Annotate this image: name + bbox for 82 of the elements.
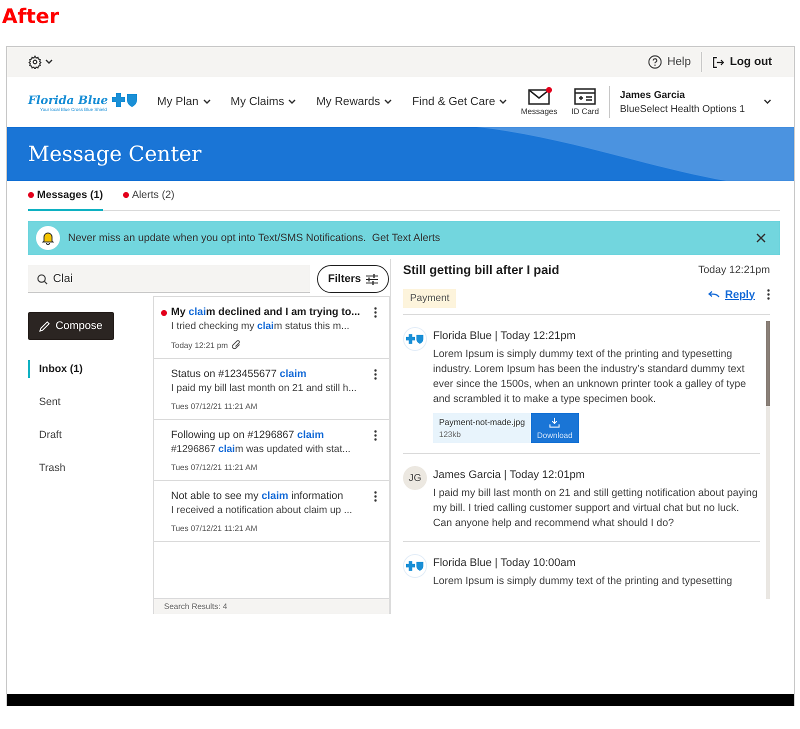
thread-date: Today 12:21pm <box>698 264 770 276</box>
close-icon[interactable] <box>756 233 766 243</box>
caret-icon <box>384 99 392 105</box>
caret-icon <box>45 59 53 65</box>
settings-menu-button[interactable] <box>28 55 53 69</box>
folder-item[interactable]: Sent <box>28 393 61 411</box>
logout-icon <box>712 56 725 68</box>
notification-text: Never miss an update when you opt into Text/SMS Notifications. <box>68 232 366 244</box>
message-subject: Status on #123455677 claim <box>171 368 308 380</box>
tab[interactable]: Messages (1) <box>28 189 103 211</box>
message-preview: I paid my bill last month on 21 and still h... <box>171 383 358 394</box>
message-subject: Following up on #1296867 claim <box>171 429 325 441</box>
message-subject: My claim declined and I am trying to... <box>171 306 362 318</box>
caret-icon <box>499 99 508 105</box>
post-text: I paid my bill last month on 21 and still getting notification about paying my bill. I tried calling customer support and virtual chat but no luck. Can anyone help and recommend what should I do? <box>433 487 759 531</box>
more-icon[interactable] <box>374 491 377 502</box>
search-results-count: Search Results: 4 <box>154 598 389 614</box>
cross-shield-icon <box>112 92 138 106</box>
download-button[interactable]: Download <box>531 413 579 443</box>
search-field[interactable]: Clai <box>28 265 310 293</box>
sliders-icon <box>366 274 378 284</box>
shortcut-button[interactable]: ID Card <box>571 88 599 116</box>
folder-item[interactable]: Inbox (1) <box>28 360 83 378</box>
organization-avatar <box>403 327 427 351</box>
reply-arrow-icon <box>708 290 720 298</box>
caret-icon <box>288 99 296 105</box>
settings-icon <box>28 55 42 69</box>
caret-icon <box>763 99 772 105</box>
id-card-icon <box>574 88 596 105</box>
folder-item[interactable]: Trash <box>28 459 66 477</box>
nav-menu[interactable]: Find & Get Care <box>412 96 508 108</box>
message-preview: #1296867 claim was updated with stat... <box>171 444 352 455</box>
nav-menu[interactable]: My Plan <box>157 96 211 108</box>
file-size: 123kb <box>439 430 462 439</box>
scrollbar[interactable] <box>766 321 770 599</box>
compose-button[interactable]: Compose <box>28 312 114 340</box>
message-preview: I received a notification about claim up ... <box>171 505 354 516</box>
organization-avatar <box>403 554 427 578</box>
message-preview: I tried checking my claim status this m... <box>171 321 350 332</box>
more-icon[interactable] <box>374 369 377 380</box>
post-author-time: Florida Blue | Today 10:00am <box>433 556 577 569</box>
page-title: Message Center <box>28 142 202 166</box>
message-date: Tues 07/12/21 11:21 AM <box>171 463 258 472</box>
message-date: Today 12:21 pm <box>171 340 228 350</box>
after-label: After <box>1 3 60 30</box>
pencil-icon <box>39 320 50 332</box>
message-date: Tues 07/12/21 11:21 AM <box>171 402 258 411</box>
user-avatar: JG <box>403 466 427 490</box>
nav-menu[interactable]: My Rewards <box>316 96 392 108</box>
folder-item[interactable]: Draft <box>28 426 62 444</box>
shortcut-button[interactable]: Messages <box>520 88 558 116</box>
message-item[interactable]: My claim declined and I am trying to... I tried checking my claim status this m... Today 12:21 pm <box>154 297 389 359</box>
post-author-time: James Garcia | Today 12:01pm <box>433 468 586 481</box>
help-icon <box>648 55 662 69</box>
caret-icon <box>202 99 211 105</box>
more-icon[interactable] <box>374 307 377 318</box>
thread-subject: Still getting bill after I paid <box>403 263 560 277</box>
nav-menu[interactable]: My Claims <box>230 96 296 108</box>
post-text: Lorem Ipsum is simply dummy text of the printing and typesetting <box>433 575 734 589</box>
account-menu[interactable]: James Garcia BlueSelect Health Options 1 <box>620 90 772 114</box>
message-item[interactable]: Not able to see my claim information I received a notification about claim up ... Tues 07/12/21 11:21 AM <box>154 481 389 542</box>
mail-icon <box>528 88 550 105</box>
search-icon <box>37 274 48 285</box>
file-name: Payment-not-made.jpg <box>439 417 525 427</box>
message-subject: Not able to see my claim information <box>171 490 344 502</box>
download-icon <box>549 416 560 428</box>
text-alerts-link[interactable]: Get Text Alerts <box>372 232 440 244</box>
message-item[interactable]: Status on #123455677 claim I paid my bill last month on 21 and still h... Tues 07/12/21 11:21 AM <box>154 359 389 420</box>
filters-button[interactable]: Filters <box>317 265 390 293</box>
bell-icon <box>36 226 60 250</box>
more-icon[interactable] <box>374 430 377 441</box>
help-link[interactable]: Help <box>648 55 691 69</box>
post-text: Lorem Ipsum is simply dummy text of the printing and typesetting industry. Lorem Ipsum has been the industry’s standard dummy text ever since the 1500s, when an unknown printer took a galley of type and scrambled it to make a type specimen book. <box>433 348 748 407</box>
tab[interactable]: Alerts (2) <box>122 189 175 211</box>
message-date: Tues 07/12/21 11:21 AM <box>171 524 258 533</box>
logout-link[interactable]: Log out <box>712 56 772 68</box>
post-author-time: Florida Blue | Today 12:21pm <box>433 329 577 342</box>
more-icon[interactable] <box>767 289 770 300</box>
message-item[interactable]: Following up on #1296867 claim #1296867 claim was updated with stat... Tues 07/12/21 11:21 AM <box>154 420 389 481</box>
reply-link[interactable]: Reply <box>708 288 755 300</box>
logo-wordmark: Florida Blue <box>28 92 108 106</box>
category-tag: Payment <box>403 289 456 308</box>
